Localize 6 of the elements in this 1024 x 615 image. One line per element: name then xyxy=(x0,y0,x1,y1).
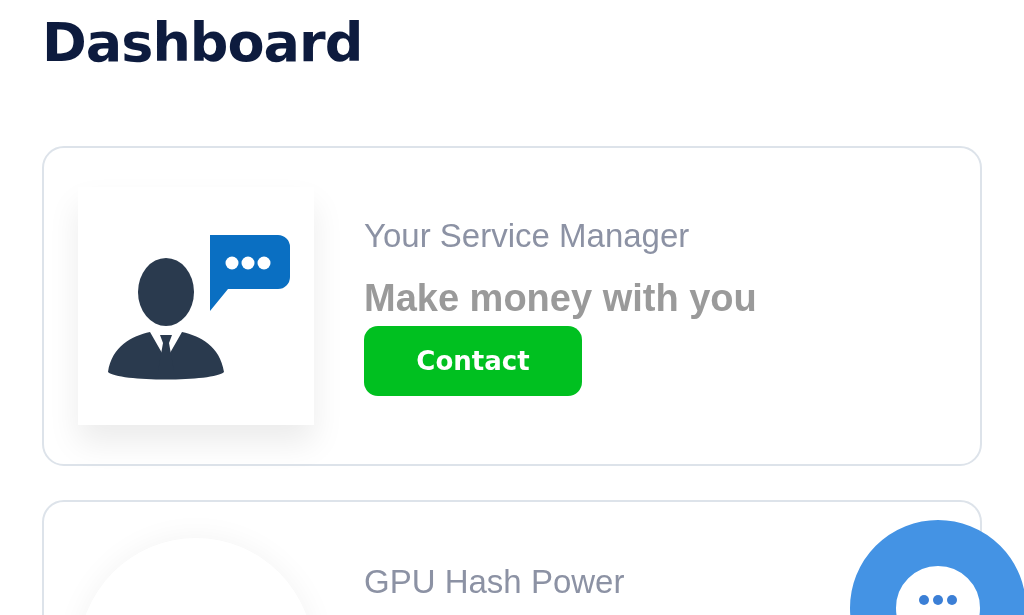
card-title: Your Service Manager xyxy=(364,216,690,256)
contact-button[interactable]: Contact xyxy=(364,326,582,396)
page-title: Dashboard xyxy=(42,10,364,76)
more-dots-icon xyxy=(918,594,958,606)
card-headline: Make money with you xyxy=(364,276,757,320)
card-title: GPU Hash Power xyxy=(364,562,625,602)
